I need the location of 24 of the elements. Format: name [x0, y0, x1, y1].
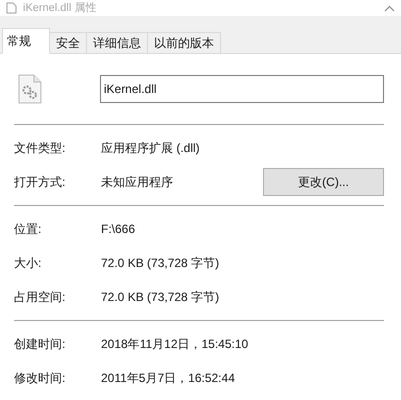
change-button[interactable]: 更改(C)...: [263, 168, 384, 196]
field-label: 文件类型:: [14, 140, 66, 157]
tab[interactable]: 常规: [2, 28, 50, 54]
field-value: F:\666: [101, 221, 136, 238]
tab[interactable]: 详细信息: [87, 32, 148, 54]
field-value: 未知应用程序: [101, 174, 174, 191]
field-value: 72.0 KB (73,728 字节): [101, 289, 220, 306]
tab[interactable]: 安全: [50, 32, 87, 54]
field-value: 72.0 KB (73,728 字节): [101, 255, 220, 272]
field-value: 2011年5月7日，16:52:44: [101, 370, 236, 387]
field-label: 位置:: [14, 221, 42, 238]
field-label: 占用空间:: [14, 289, 66, 306]
field-value: 2018年11月12日，15:45:10: [101, 336, 250, 353]
window-title: iKernel.dll 属性: [23, 2, 96, 14]
field-value: 应用程序扩展 (.dll): [101, 140, 201, 157]
field-label: 修改时间:: [14, 370, 66, 387]
collapse-icon[interactable]: [384, 4, 395, 12]
field-label: 创建时间:: [14, 336, 66, 353]
settings-file-icon: [18, 74, 42, 104]
field-label: 打开方式:: [14, 174, 66, 191]
tab[interactable]: 以前的版本: [148, 32, 221, 54]
file-icon: [6, 2, 17, 14]
file-name-field[interactable]: iKernel.dll: [100, 75, 384, 103]
field-label: 大小:: [14, 255, 42, 272]
